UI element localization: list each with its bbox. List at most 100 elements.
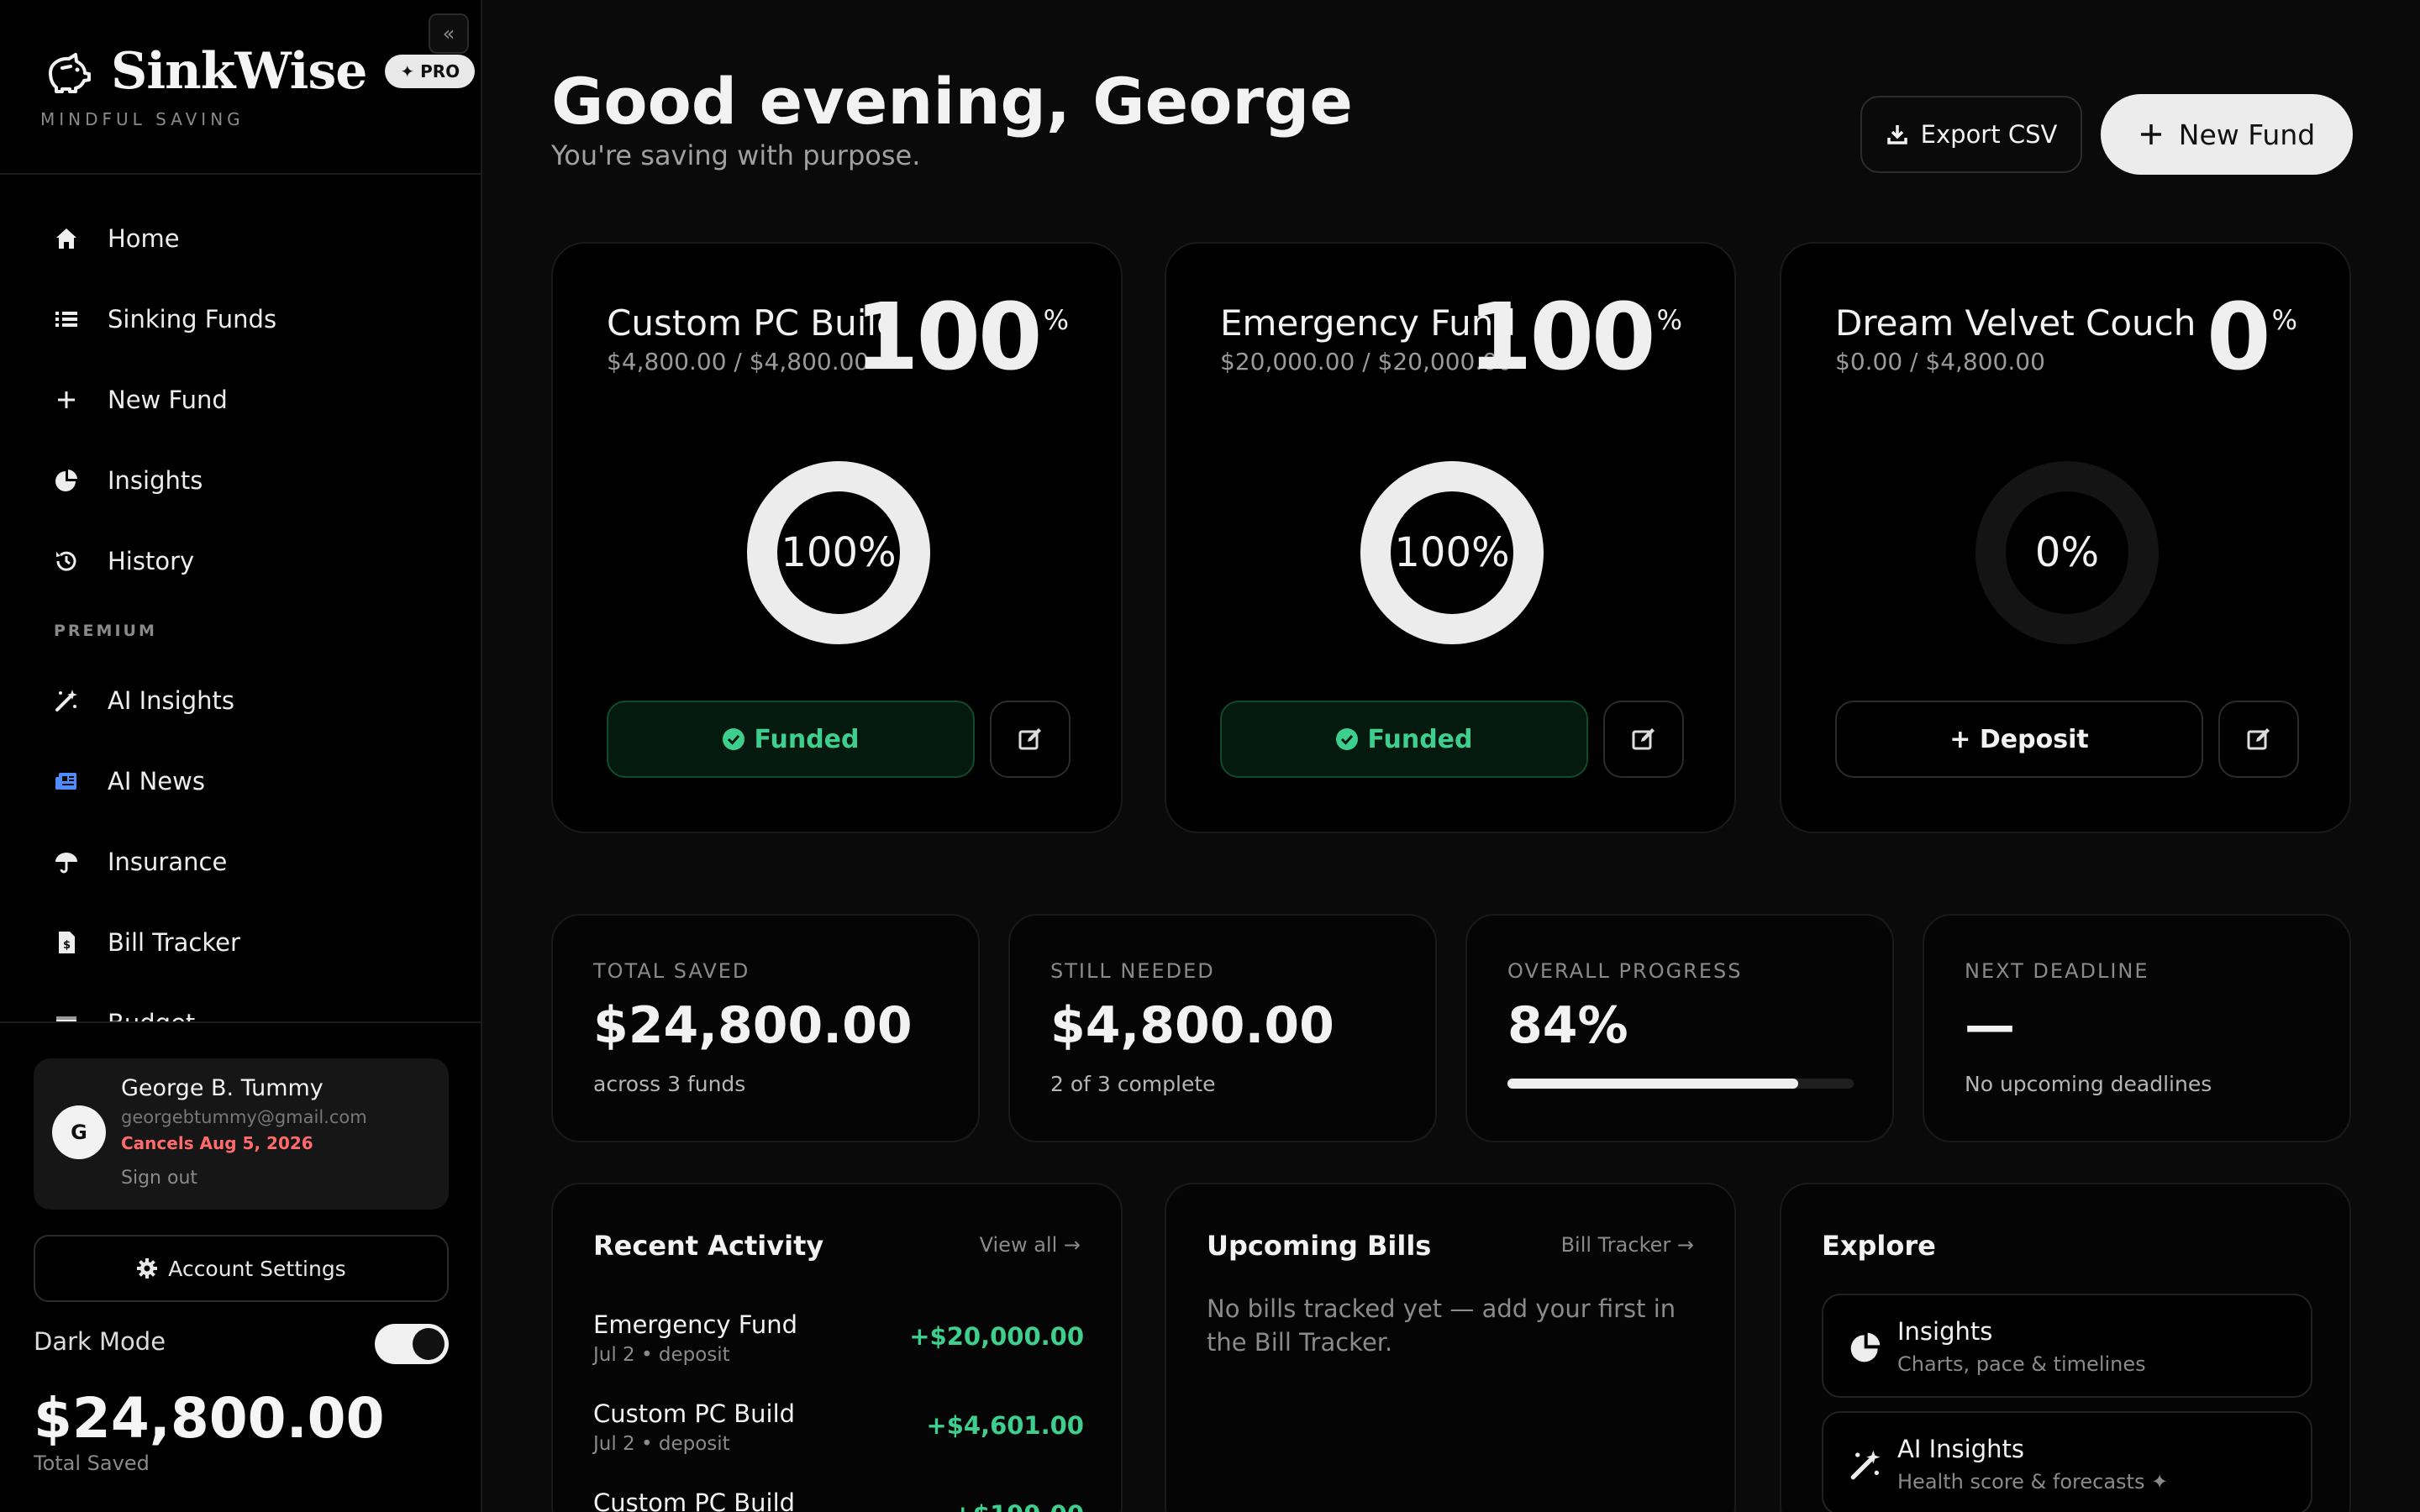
sidebar-item-ai-insights[interactable]: AI Insights <box>34 660 449 741</box>
stat-note: No upcoming deadlines <box>1965 1072 2212 1096</box>
brand-name: SinkWise <box>111 42 367 101</box>
stat-label: OVERALL PROGRESS <box>1507 959 1743 983</box>
sidebar-item-label: Sinking Funds <box>108 305 277 333</box>
panel-title: Upcoming Bills <box>1207 1230 1432 1262</box>
stat-card-overall-progress: OVERALL PROGRESS 84% <box>1465 914 1894 1142</box>
sidebar-item-label: Insurance <box>108 848 228 876</box>
edit-fund-button[interactable] <box>2218 701 2299 778</box>
plus-icon <box>2140 124 2161 144</box>
fund-name: Dream Velvet Couch <box>1835 302 2196 344</box>
newspaper-icon <box>52 767 81 795</box>
progress-ring-label: 0% <box>2034 529 2100 576</box>
activity-name: Emergency Fund <box>593 1310 798 1339</box>
premium-section-label: PREMIUM <box>54 622 157 640</box>
percent-symbol: % <box>1043 304 1069 336</box>
progress-bar-fill <box>1507 1079 1799 1089</box>
fund-percent: 0 % <box>2207 291 2297 383</box>
stat-note: across 3 funds <box>593 1072 746 1096</box>
fund-amount: $0.00 / $4,800.00 <box>1835 348 2045 375</box>
sidebar-item-new-fund[interactable]: New Fund <box>34 360 449 440</box>
home-icon <box>52 224 81 253</box>
fund-card: Custom PC Build $4,800.00 / $4,800.00 10… <box>551 242 1123 833</box>
stat-note: 2 of 3 complete <box>1050 1072 1216 1096</box>
edit-fund-button[interactable] <box>990 701 1071 778</box>
fund-percent-value: 0 <box>2207 283 2271 391</box>
dark-mode-toggle[interactable] <box>375 1324 449 1364</box>
sign-out-link[interactable]: Sign out <box>121 1168 197 1189</box>
sidebar-item-label: Home <box>108 224 180 253</box>
subscription-cancel-notice: Cancels Aug 5, 2026 <box>121 1133 313 1153</box>
deposit-button[interactable]: + Deposit <box>1835 701 2203 778</box>
edit-icon <box>2247 728 2270 750</box>
sidebar-item-label: AI Insights <box>108 686 234 715</box>
account-settings-button[interactable]: Account Settings <box>34 1235 449 1302</box>
activity-row[interactable]: Emergency Fund Jul 2 • deposit +$20,000.… <box>593 1310 1084 1378</box>
explore-item-title: Insights <box>1897 1317 1993 1346</box>
activity-row[interactable]: Custom PC Build Jul 2 • deposit +$4,601.… <box>593 1399 1084 1467</box>
toggle-knob <box>413 1328 445 1360</box>
avatar: G <box>52 1105 106 1159</box>
fund-card: Dream Velvet Couch $0.00 / $4,800.00 0 %… <box>1780 242 2351 833</box>
sidebar-item-ai-news[interactable]: AI News <box>34 741 449 822</box>
sidebar-item-bill-tracker[interactable]: $ Bill Tracker <box>34 902 449 983</box>
double-chevron-left-icon: « <box>442 22 455 45</box>
sidebar-item-insights[interactable]: Insights <box>34 440 449 521</box>
percent-symbol: % <box>2271 304 2297 336</box>
overall-progress-bar <box>1507 1079 1854 1089</box>
edit-fund-button[interactable] <box>1603 701 1684 778</box>
dark-mode-label: Dark Mode <box>34 1327 166 1356</box>
explore-item-title: AI Insights <box>1897 1435 2024 1463</box>
bill-tracker-link[interactable]: Bill Tracker → <box>1561 1233 1694 1257</box>
brand-tagline: MINDFUL SAVING <box>40 109 245 129</box>
stat-card-next-deadline: NEXT DEADLINE — No upcoming deadlines <box>1923 914 2351 1142</box>
sidebar-item-label: History <box>108 547 195 575</box>
svg-text:$: $ <box>63 939 71 952</box>
view-all-link[interactable]: View all → <box>980 1233 1081 1257</box>
new-fund-button[interactable]: New Fund <box>2101 94 2353 175</box>
explore-panel: Explore Insights Charts, pace & timeline… <box>1780 1183 2351 1512</box>
sidebar-item-label: Budget <box>108 1009 195 1021</box>
sidebar-item-history[interactable]: History <box>34 521 449 601</box>
divider <box>0 173 482 175</box>
explore-item-ai-insights[interactable]: AI Insights Health score & forecasts ✦ <box>1822 1411 2312 1512</box>
piggy-bank-icon <box>49 53 91 93</box>
funded-status-button[interactable]: Funded <box>1220 701 1588 778</box>
activity-name: Custom PC Build <box>593 1488 796 1512</box>
sidebar-item-insurance[interactable]: Insurance <box>34 822 449 902</box>
activity-meta: Jul 2 • deposit <box>593 1344 730 1366</box>
pie-chart-icon <box>52 466 81 495</box>
stat-label: TOTAL SAVED <box>593 959 750 983</box>
brand[interactable]: SinkWise ✦ PRO <box>42 42 476 101</box>
fund-amount: $4,800.00 / $4,800.00 <box>607 348 870 375</box>
status-label: + Deposit <box>1949 724 2089 754</box>
activity-amount: +$199.00 <box>953 1500 1084 1512</box>
account-settings-label: Account Settings <box>168 1256 346 1281</box>
percent-symbol: % <box>1656 304 1682 336</box>
explore-item-insights[interactable]: Insights Charts, pace & timelines <box>1822 1294 2312 1398</box>
stat-value: — <box>1965 996 2015 1055</box>
page-title: Good evening, George <box>551 64 1353 139</box>
sidebar-item-home[interactable]: Home <box>34 198 449 279</box>
stat-value: 84% <box>1507 996 1628 1055</box>
activity-row[interactable]: Custom PC Build +$199.00 <box>593 1488 1084 1512</box>
fund-percent: 100 % <box>1468 291 1682 383</box>
activity-amount: +$4,601.00 <box>926 1411 1084 1440</box>
status-label: Funded <box>754 724 860 754</box>
funded-status-button[interactable]: Funded <box>607 701 975 778</box>
collapse-sidebar-button[interactable]: « <box>429 13 469 54</box>
sidebar-item-budget[interactable]: Budget <box>34 983 449 1021</box>
user-card: G George B. Tummy georgebtummy@gmail.com… <box>34 1058 449 1210</box>
umbrella-icon <box>52 848 81 876</box>
sidebar-item-label: Insights <box>108 466 203 495</box>
export-csv-button[interactable]: Export CSV <box>1860 96 2082 173</box>
gear-icon <box>137 1258 158 1278</box>
sidebar-item-sinking-funds[interactable]: Sinking Funds <box>34 279 449 360</box>
user-email: georgebtummy@gmail.com <box>121 1107 367 1127</box>
stat-label: STILL NEEDED <box>1050 959 1215 983</box>
magic-wand-icon <box>1850 1450 1881 1480</box>
invoice-icon: $ <box>52 928 81 957</box>
divider <box>0 1021 482 1023</box>
history-icon <box>52 547 81 575</box>
page-subtitle: You're saving with purpose. <box>551 139 921 171</box>
check-circle-icon <box>723 728 745 750</box>
